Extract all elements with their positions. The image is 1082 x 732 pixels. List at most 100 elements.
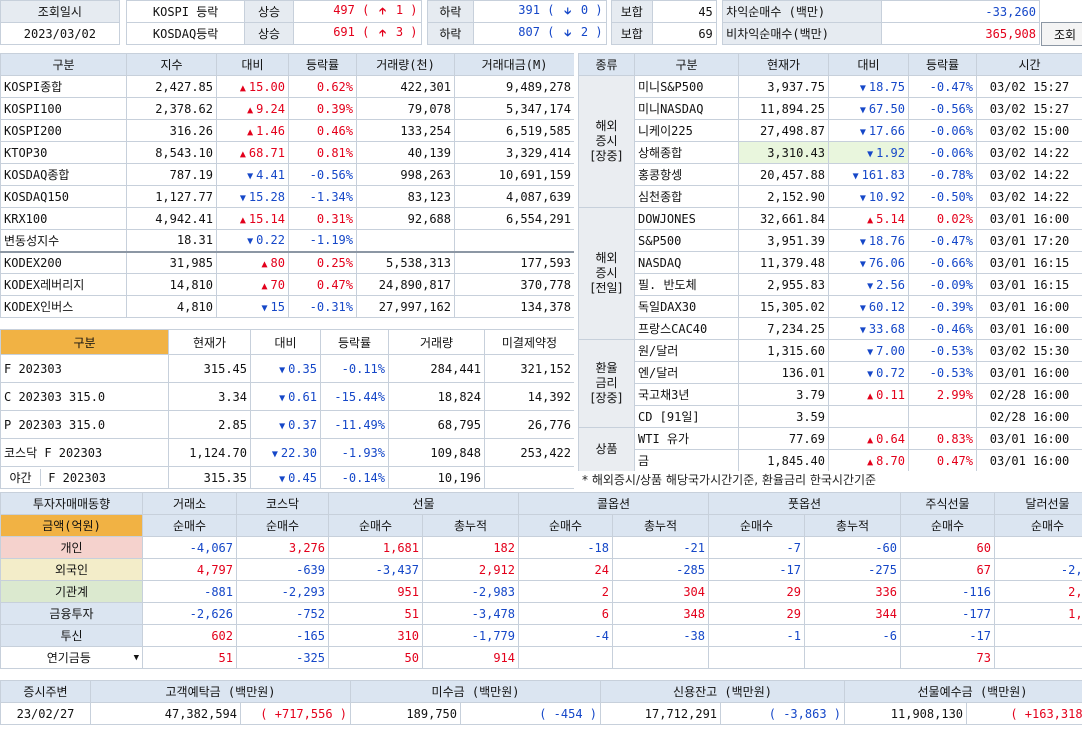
investor-value: -2,293	[236, 580, 329, 603]
market-change: ▲ 8.70	[828, 449, 909, 471]
market-rate: 0.47%	[908, 449, 977, 471]
market-time: 03/01 16:00	[976, 207, 1082, 230]
futures-open-interest	[484, 466, 574, 489]
table-row[interactable]: 코스닥 F 202303 1,124.70 ▼ 22.30 -1.93% 109,…	[0, 438, 574, 467]
table-row[interactable]: KODEX레버리지 14,810 ▲ 70 0.47% 24,890,817 37…	[0, 273, 574, 296]
investor-value	[518, 646, 613, 669]
investor-value	[612, 646, 709, 669]
market-rate: -0.78%	[908, 163, 977, 186]
market-change: ▼ 33.68	[828, 317, 909, 340]
market-group-label: 해외 증시 [장중]	[578, 75, 635, 208]
index-volume: 83,123	[356, 185, 455, 208]
market-name: 상해종합	[634, 141, 739, 164]
non-arb-label: 비차익순매수(백만)	[722, 22, 882, 45]
query-button[interactable]: 조회	[1041, 22, 1082, 46]
table-row[interactable]: 해외 증시 [장중] 미니S&P500 3,937.75 ▼ 18.75 -0.47…	[578, 75, 1082, 208]
table-row[interactable]: 투신602-165310-1,779-4-38-1-6-175	[0, 624, 1082, 647]
market-time: 03/01 16:00	[976, 295, 1082, 318]
market-name: 심천종합	[634, 185, 739, 208]
down-triangle-icon: ▼	[279, 473, 286, 485]
table-row[interactable]: 상해종합 3,310.43 ▼ 1.92 -0.06% 03/02 14:22	[579, 141, 1082, 164]
table-row[interactable]: KRX100 4,942.41 ▲ 15.14 0.31% 92,688 6,55…	[0, 207, 574, 230]
index-rate: -0.31%	[288, 295, 357, 318]
table-row[interactable]: KTOP30 8,543.10 ▲ 68.71 0.81% 40,139 3,32…	[0, 141, 574, 164]
up-triangle-icon: ▲	[239, 148, 246, 160]
col-category: 구분	[0, 329, 169, 355]
up-triangle-icon: ▲	[247, 104, 254, 116]
table-row[interactable]: 변동성지수 18.31 ▼ 0.22 -1.19%	[0, 229, 574, 252]
investor-type: 외국인	[0, 558, 143, 581]
table-row[interactable]: F 202303 315.45 ▼ 0.35 -0.11% 284,441 321…	[0, 354, 574, 383]
col-credit-balance: 신용잔고 (백만원)	[600, 680, 846, 703]
table-row[interactable]: KODEX200 31,985 ▲ 80 0.25% 5,538,313 177,…	[0, 251, 574, 274]
table-row[interactable]: S&P500 3,951.39 ▼ 18.76 -0.47% 03/01 17:2…	[579, 229, 1082, 252]
investor-value: -38	[612, 624, 709, 647]
table-row[interactable]: NASDAQ 11,379.48 ▼ 76.06 -0.66% 03/01 16:…	[579, 251, 1082, 274]
query-date-value: 2023/03/02	[0, 22, 120, 45]
investor-group-header: 거래소	[142, 492, 237, 515]
table-row[interactable]: 프랑스CAC40 7,234.25 ▼ 33.68 -0.46% 03/01 16…	[579, 317, 1082, 340]
investor-type: 금융투자	[0, 602, 143, 625]
table-row[interactable]: KOSPI200 316.26 ▲ 1.46 0.46% 133,254 6,51…	[0, 119, 574, 142]
table-row[interactable]: 개인-4,0673,2761,681182-18-21-7-606016	[0, 536, 1082, 559]
table-row[interactable]: KOSPI종합 2,427.85 ▲ 15.00 0.62% 422,301 9,…	[0, 75, 574, 98]
investor-value: 336	[804, 580, 901, 603]
chevron-down-icon[interactable]: ▼	[134, 653, 139, 663]
market-rate: -0.50%	[908, 185, 977, 208]
deposit-date: 23/02/27	[0, 702, 91, 725]
market-time: 03/01 16:00	[976, 317, 1082, 340]
table-row[interactable]: 외국인 4,797 -639 -3,437 2,912 24 -285 -17 -275 67 -2…	[0, 558, 1082, 581]
investor-type-select[interactable]: 연기금등 ▼	[0, 646, 143, 669]
futures-rate: -15.44%	[320, 382, 389, 411]
table-row[interactable]: 국고채3년 3.79 ▲ 0.11 2.99% 02/28 16:00	[579, 383, 1082, 406]
table-row[interactable]: 독일DAX30 15,305.02 ▼ 60.12 -0.39% 03/01 16…	[579, 295, 1082, 318]
investor-value: 2,912	[422, 558, 519, 581]
table-row[interactable]: 엔/달러 136.01 ▼ 0.72 -0.53% 03/01 16:00	[579, 361, 1082, 384]
table-row[interactable]: P 202303 315.0 2.85 ▼ 0.37 -11.49% 68,795…	[0, 410, 574, 439]
table-row[interactable]: 금 1,845.40 ▲ 8.70 0.47% 03/01 16:00	[579, 449, 1082, 471]
table-row[interactable]: KOSDAQ150 1,127.77 ▼ 15.28 -1.34% 83,123 …	[0, 185, 574, 208]
index-value: 2,427.85	[126, 75, 217, 98]
kosdaq-down-count: 807 ( 🡳 2 )	[472, 22, 607, 45]
table-row[interactable]: KOSPI100 2,378.62 ▲ 9.24 0.39% 79,078 5,3…	[0, 97, 574, 120]
market-deposits-table: 증시주변 고객예탁금 (백만원) 미수금 (백만원) 신용잔고 (백만원) 선물…	[0, 680, 1082, 728]
investor-value: -325	[236, 646, 329, 669]
market-change: ▼ 161.83	[828, 163, 909, 186]
table-row[interactable]: 니케이225 27,498.87 ▼ 17.66 -0.06% 03/02 15:…	[579, 119, 1082, 142]
index-amount: 6,554,291	[454, 207, 574, 230]
col-price: 현재가	[738, 53, 829, 76]
table-row[interactable]: 해외 증시 [전일] DOWJONES 32,661.84 ▲ 5.14 0.02%…	[578, 207, 1082, 340]
table-row[interactable]: 환율 금리 [장중] 원/달러 1,315.60 ▼ 7.00 -0.53% 03/…	[578, 339, 1082, 428]
investor-type: 기관계	[0, 580, 143, 603]
table-row[interactable]: KODEX인버스 4,810 ▼ 15 -0.31% 27,997,162 134…	[0, 295, 574, 318]
table-row[interactable]: 기관계-881-2,293951-2,983230429336-1162,14	[0, 580, 1082, 603]
index-amount: 4,087,639	[454, 185, 574, 208]
table-row[interactable]: 금융투자-2,626-75251-3,478634829344-1771,50	[0, 602, 1082, 625]
futures-price: 2.85	[168, 410, 251, 439]
market-time: 02/28 16:00	[976, 405, 1082, 428]
table-row[interactable]: CD [91일] 3.59 02/28 16:00	[579, 405, 1082, 428]
table-row[interactable]: 필. 반도체 2,955.83 ▼ 2.56 -0.09% 03/01 16:15	[579, 273, 1082, 296]
futures-open-interest: 14,392	[484, 382, 574, 411]
table-row[interactable]: 미니NASDAQ 11,894.25 ▼ 67.50 -0.56% 03/02 1…	[579, 97, 1082, 120]
table-row[interactable]: KOSDAQ종합 787.19 ▼ 4.41 -0.56% 998,263 10,…	[0, 163, 574, 186]
futures-rate: -0.11%	[320, 354, 389, 383]
table-row[interactable]: 홍콩항셍 20,457.88 ▼ 161.83 -0.78% 03/02 14:2…	[579, 163, 1082, 186]
investor-subheader: 순매수	[708, 514, 805, 537]
up-triangle-icon: ▲	[261, 280, 268, 292]
table-row[interactable]: 상품 WTI 유가 77.69 ▲ 0.64 0.83% 03/01 16:00	[578, 427, 1082, 471]
table-row[interactable]: 연기금등 ▼ 51 -325 50 914 73	[0, 646, 1082, 669]
down-triangle-icon: ▼	[271, 448, 278, 460]
index-name: KOSDAQ150	[0, 185, 127, 208]
index-name: KOSDAQ종합	[0, 163, 127, 186]
unit-label: 금액(억원)	[0, 514, 143, 537]
index-amount: 6,519,585	[454, 119, 574, 142]
table-row[interactable]: C 202303 315.0 3.34 ▼ 0.61 -15.44% 18,824…	[0, 382, 574, 411]
table-row[interactable]: 심천종합 2,152.90 ▼ 10.92 -0.50% 03/02 14:22	[579, 185, 1082, 208]
index-rate: 0.46%	[288, 119, 357, 142]
table-row[interactable]: 야간 F 202303 315.35 ▼ 0.45 -0.14% 10,196	[0, 466, 574, 489]
down-triangle-icon: ▼	[261, 302, 268, 314]
market-price: 77.69	[738, 427, 829, 450]
kospi-up-count: 497 ( 🡱 1 )	[293, 0, 422, 23]
index-change: ▼ 4.41	[216, 163, 289, 186]
